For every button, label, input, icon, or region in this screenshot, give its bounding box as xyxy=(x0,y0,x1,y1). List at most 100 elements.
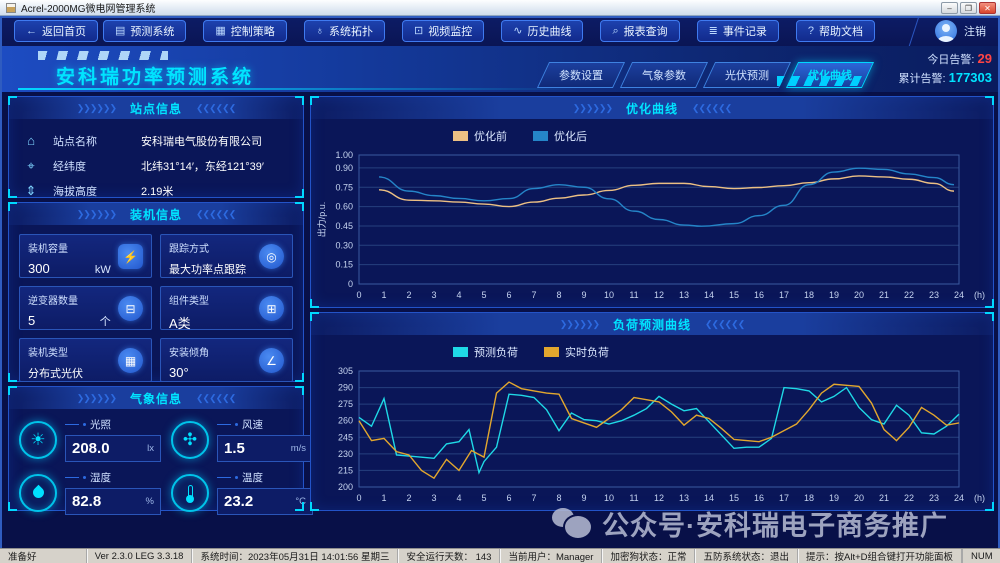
station-value: 北纬31°14′，东经121°39′ xyxy=(141,160,264,173)
svg-text:21: 21 xyxy=(879,493,889,503)
weather-label: 温度 xyxy=(242,472,263,484)
svg-text:0: 0 xyxy=(348,279,353,289)
header-slashes-decoration xyxy=(38,51,168,60)
card-tilt-angle: 安装倾角 30° ∠ xyxy=(160,338,293,382)
card-install-type: 装机类型 分布式光伏 ▦ xyxy=(19,338,152,382)
status-system-time: 系统时间：2023年05月31日 14:01:56 星期三 xyxy=(192,549,399,563)
weather-value: 82.8 xyxy=(72,493,102,510)
station-label: 海拔高度 xyxy=(53,185,97,198)
svg-text:19: 19 xyxy=(829,493,839,503)
status-num-lock: NUM xyxy=(962,549,1000,563)
station-info-header: ❯❯❯❯❯❯ 站点信息 ❮❮❮❮❮❮ xyxy=(9,97,303,119)
status-ready: 准备好 xyxy=(0,549,87,563)
svg-text:18: 18 xyxy=(804,493,814,503)
weather-label: 风速 xyxy=(242,419,263,431)
chevron-decoration: ❯❯❯❯❯❯ xyxy=(572,102,613,113)
avatar[interactable] xyxy=(935,20,957,42)
back-home-button[interactable]: ← 返回首页 xyxy=(14,20,98,42)
maximize-icon[interactable]: ❐ xyxy=(960,1,977,14)
help-doc-icon: ? xyxy=(807,24,814,37)
nav-label: 报表查询 xyxy=(623,26,668,38)
svg-text:24: 24 xyxy=(954,290,964,300)
close-icon[interactable]: ✕ xyxy=(979,1,996,14)
nav-button-help[interactable]: ? 帮助文档 xyxy=(795,20,875,42)
svg-text:20: 20 xyxy=(854,290,864,300)
svg-text:245: 245 xyxy=(338,432,353,442)
svg-text:4: 4 xyxy=(456,493,461,503)
nav-button-topology[interactable]: ♁ 系统拓扑 xyxy=(303,20,386,42)
tab-label: 光伏预测 xyxy=(725,70,769,82)
card-value: 300 xyxy=(28,261,50,276)
card-tracking: 跟踪方式 最大功率点跟踪 ◎ xyxy=(160,234,293,278)
total-alarm-label: 累计告警: xyxy=(898,73,946,85)
tab-parameter-settings[interactable]: 参数设置 xyxy=(536,62,626,88)
svg-text:0.30: 0.30 xyxy=(335,240,353,250)
card-value: 30° xyxy=(169,365,189,380)
install-type-icon: ▦ xyxy=(118,348,143,373)
nav-label: 预测系统 xyxy=(130,26,175,38)
status-safe-days: 安全运行天数： 143 xyxy=(398,549,501,563)
svg-text:6: 6 xyxy=(506,290,511,300)
svg-text:10: 10 xyxy=(604,493,614,503)
history-curve-icon: ∿ xyxy=(513,24,523,37)
card-value: A类 xyxy=(169,316,191,331)
svg-text:290: 290 xyxy=(338,383,353,393)
svg-text:(h): (h) xyxy=(974,290,985,300)
inverter-icon: ⊟ xyxy=(118,296,143,321)
wechat-icon xyxy=(552,507,592,540)
legend-label: 预测负荷 xyxy=(474,347,518,359)
svg-text:5: 5 xyxy=(481,493,486,503)
station-row-altitude: ⇕ 海拔高度 2.19米 xyxy=(21,178,291,203)
nav-button-report[interactable]: ⌕ 报表查询 xyxy=(600,20,680,42)
station-info-panel: ❯❯❯❯❯❯ 站点信息 ❮❮❮❮❮❮ ⌂ 站点名称 安科瑞电气股份有限公司 ⌖ … xyxy=(8,96,304,198)
weather-item-temperature: 温度 23.2 °C xyxy=(171,470,313,515)
fan-icon: ✣ xyxy=(171,420,209,459)
thermometer-icon xyxy=(171,473,209,512)
svg-text:23: 23 xyxy=(929,493,939,503)
nav-button-events[interactable]: ≣ 事件记录 xyxy=(696,20,779,42)
chevron-decoration: ❯❯❯❯❯❯ xyxy=(76,208,117,219)
card-value: 5 xyxy=(28,313,36,328)
weather-unit: m/s xyxy=(290,443,306,454)
optimization-legend: 优化前 优化后 xyxy=(311,119,993,144)
svg-text:11: 11 xyxy=(629,290,638,300)
svg-text:275: 275 xyxy=(338,399,353,409)
svg-text:0.60: 0.60 xyxy=(335,202,353,212)
chevron-decoration: ❯❯❯❯❯❯ xyxy=(76,102,117,113)
chevron-decoration: ❮❮❮❮❮❮ xyxy=(692,102,732,113)
svg-text:20: 20 xyxy=(854,493,864,503)
legend-item: 优化后 xyxy=(533,128,587,144)
weather-info-header: ❯❯❯❯❯❯ 气象信息 ❮❮❮❮❮❮ xyxy=(9,387,303,409)
tab-weather-parameters[interactable]: 气象参数 xyxy=(619,62,709,88)
svg-text:200: 200 xyxy=(338,482,353,492)
svg-text:17: 17 xyxy=(779,290,789,300)
install-info-header: ❯❯❯❯❯❯ 装机信息 ❮❮❮❮❮❮ xyxy=(9,203,303,225)
tracking-icon: ◎ xyxy=(259,244,284,269)
nav-button-history[interactable]: ∿ 历史曲线 xyxy=(501,20,584,42)
page-header: 安科瑞功率预测系统 参数设置 气象参数 光伏预测 优化曲线 今日告警: 29 累… xyxy=(0,46,1000,92)
nav-button-control-strategy[interactable]: ▦ 控制策略 xyxy=(203,20,287,42)
nav-button-forecast[interactable]: ▤ 预测系统 xyxy=(102,20,187,42)
legend-item: 实时负荷 xyxy=(544,344,609,360)
nav-label: 视频监控 xyxy=(428,26,473,38)
load-forecast-panel: ❯❯❯❯❯❯ 负荷预测曲线 ❮❮❮❮❮❮ 预测负荷 实时负荷 305 290 275… xyxy=(310,312,994,511)
nav-label: 事件记录 xyxy=(722,26,767,38)
svg-text:1.00: 1.00 xyxy=(335,150,353,160)
total-alarm-value: 177303 xyxy=(948,70,992,85)
svg-text:18: 18 xyxy=(804,290,814,300)
home-icon: ⌂ xyxy=(27,133,35,148)
optimization-curve-title: 优化曲线 xyxy=(625,101,678,116)
alarm-counters: 今日告警: 29 累计告警: 177303 xyxy=(898,50,992,88)
back-arrow-icon: ← xyxy=(26,24,37,37)
statusbar: 准备好 Ver 2.3.0 LEG 3.3.18 系统时间：2023年05月31… xyxy=(0,548,1000,563)
minimize-icon[interactable]: – xyxy=(941,1,958,14)
chevron-decoration: ❮❮❮❮❮❮ xyxy=(705,318,745,329)
nav-button-video[interactable]: ⊡ 视频监控 xyxy=(402,20,485,42)
chevron-decoration: ❮❮❮❮❮❮ xyxy=(196,102,236,113)
svg-text:14: 14 xyxy=(704,290,714,300)
svg-text:22: 22 xyxy=(904,493,914,503)
optimization-chart: 1.000.900.750.600.450.300.1500 1 2 3 4 5 6 7 8 9 1… xyxy=(316,150,985,300)
install-info-panel: ❯❯❯❯❯❯ 装机信息 ❮❮❮❮❮❮ 装机容量 300 kW ⚡ 跟踪方式 最大… xyxy=(8,202,304,382)
logout-button[interactable]: 注销 xyxy=(964,23,986,39)
card-unit: 个 xyxy=(99,316,111,328)
